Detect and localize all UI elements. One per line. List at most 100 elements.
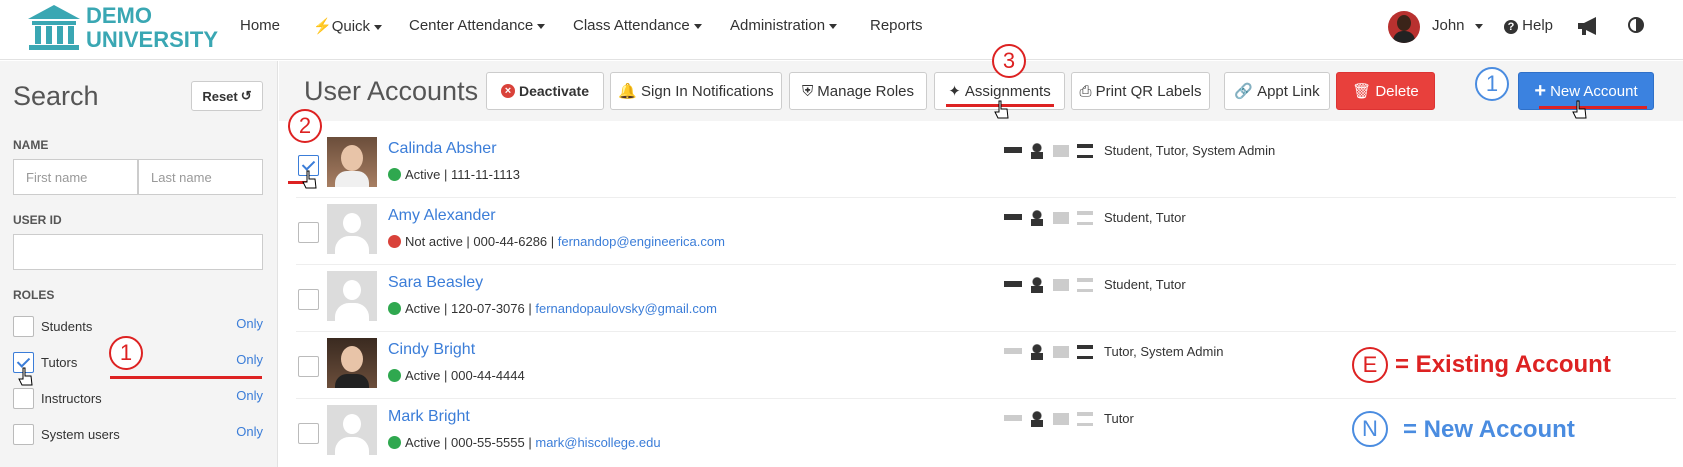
row-checkbox[interactable] [298, 289, 319, 310]
printer-icon: ⎙ [1079, 82, 1092, 100]
nav-quick[interactable]: ⚡Quick [313, 17, 383, 35]
user-avatar[interactable] [1388, 11, 1420, 43]
roles-text: Student, Tutor, System Admin [1104, 143, 1276, 158]
annotation-1-new-account: 1 [1475, 67, 1509, 101]
user-status: Active | 111-11-1113 [388, 167, 520, 182]
search-sidebar: Search Reset ↺ NAME First name Last name… [0, 61, 278, 467]
appt-link-button[interactable]: 🔗 Appt Link [1224, 72, 1330, 110]
reset-button[interactable]: Reset ↺ [191, 81, 263, 111]
annotation-3-assignments: 3 [992, 44, 1026, 78]
role-label: Students [41, 319, 93, 334]
check-circle-icon [388, 168, 401, 181]
logo-line2: UNIVERSITY [86, 27, 219, 52]
undo-icon: ↺ [240, 88, 252, 103]
nav-reports[interactable]: Reports [870, 17, 923, 34]
magic-wand-icon: ✦ [948, 83, 961, 100]
logo[interactable]: DEMO UNIVERSITY [26, 3, 218, 53]
user-name-link[interactable]: Sara Beasley [388, 274, 483, 292]
instructors-checkbox[interactable] [13, 388, 34, 409]
user-menu[interactable]: John [1432, 17, 1483, 34]
graduation-cap-icon [1004, 344, 1022, 360]
check-circle-icon [388, 369, 401, 382]
annotation-underline-new-account [1539, 106, 1647, 109]
annotation-2-checkbox: 2 [288, 109, 322, 143]
times-circle-icon [388, 235, 401, 248]
user-email-link[interactable]: fernandopaulovsky@gmail.com [535, 301, 717, 316]
nav-class-attendance[interactable]: Class Attendance [573, 17, 702, 34]
role-label: Tutors [41, 355, 78, 370]
role-row-system-users: System users Only [13, 424, 263, 446]
manage-roles-button[interactable]: ⛨ Manage Roles [789, 72, 927, 110]
roles-text: Tutor [1104, 411, 1134, 426]
cursor-hand-icon [1572, 100, 1587, 119]
check-circle-icon [388, 302, 401, 315]
row-checkbox[interactable] [298, 356, 319, 377]
sign-in-notifications-button[interactable]: 🔔 Sign In Notifications [610, 72, 782, 110]
graduation-cap-icon [1004, 143, 1022, 159]
user-email-link[interactable]: fernandop@engineerica.com [558, 234, 725, 249]
role-icons [1004, 210, 1094, 226]
roles-text: Student, Tutor [1104, 277, 1186, 292]
nav-center-attendance[interactable]: Center Attendance [409, 17, 546, 34]
user-email-link[interactable]: mark@hiscollege.edu [535, 435, 660, 450]
roles-text: Student, Tutor [1104, 210, 1186, 225]
user-name-link[interactable]: Cindy Bright [388, 341, 475, 359]
user-row[interactable]: Sara Beasley Active | 120-07-3076 | fern… [296, 265, 1676, 332]
role-icons [1004, 277, 1094, 293]
megaphone-icon[interactable] [1576, 15, 1600, 41]
institution-icon [1076, 210, 1094, 226]
bolt-icon: ⚡ [313, 18, 332, 35]
nav-administration[interactable]: Administration [730, 17, 838, 34]
only-link[interactable]: Only [236, 316, 263, 331]
cursor-hand-icon [18, 367, 33, 386]
legend-new-text: = New Account [1403, 416, 1575, 443]
last-name-input[interactable]: Last name [138, 159, 263, 195]
deactivate-button[interactable]: × Deactivate [486, 72, 604, 110]
institution-icon [1076, 143, 1094, 159]
only-link[interactable]: Only [236, 424, 263, 439]
chevron-down-icon [537, 23, 546, 29]
institution-icon [1076, 344, 1094, 360]
user-id-input[interactable] [13, 234, 263, 270]
help-link[interactable]: ? Help [1504, 17, 1553, 34]
avatar [327, 204, 377, 254]
legend-existing-text: = Existing Account [1395, 351, 1611, 378]
name-label: NAME [13, 138, 49, 152]
cursor-hand-icon [994, 100, 1009, 119]
graduation-cap-icon [1004, 277, 1022, 293]
instructor-icon [1052, 344, 1070, 360]
user-name-link[interactable]: Calinda Absher [388, 140, 497, 158]
legend-new-badge: N [1352, 411, 1388, 447]
user-status: Active | 000-55-5555 | mark@hiscollege.e… [388, 435, 661, 450]
roles-label: ROLES [13, 288, 55, 302]
students-checkbox[interactable] [13, 316, 34, 337]
system-users-checkbox[interactable] [13, 424, 34, 445]
legend-existing-badge: E [1352, 347, 1388, 383]
role-icons [1004, 411, 1094, 427]
only-link[interactable]: Only [236, 388, 263, 403]
only-link[interactable]: Only [236, 352, 263, 367]
nav-home[interactable]: Home [240, 17, 280, 34]
plus-icon: + [1534, 79, 1547, 102]
bell-icon: 🔔 [618, 83, 638, 100]
graduation-cap-icon [1004, 210, 1022, 226]
role-label: System users [41, 427, 120, 442]
row-checkbox[interactable] [298, 222, 319, 243]
user-row[interactable]: Calinda Absher Active | 111-11-1113 Stud… [296, 131, 1676, 198]
annotation-underline-roles [110, 376, 262, 379]
contrast-icon[interactable] [1627, 16, 1645, 38]
tutor-icon [1028, 277, 1046, 293]
user-name-link[interactable]: Amy Alexander [388, 207, 496, 225]
page-title: User Accounts [304, 76, 479, 106]
print-qr-labels-button[interactable]: ⎙ Print QR Labels [1071, 72, 1210, 110]
times-circle-icon: × [500, 84, 515, 98]
instructor-icon [1052, 277, 1070, 293]
delete-button[interactable]: 🗑 Delete [1336, 72, 1435, 110]
first-name-input[interactable]: First name [13, 159, 138, 195]
user-id-label: USER ID [13, 213, 62, 227]
chevron-down-icon [693, 23, 702, 29]
row-checkbox[interactable] [298, 423, 319, 444]
chevron-down-icon [1474, 23, 1483, 29]
user-row[interactable]: Amy Alexander Not active | 000-44-6286 |… [296, 198, 1676, 265]
user-name-link[interactable]: Mark Bright [388, 408, 470, 426]
